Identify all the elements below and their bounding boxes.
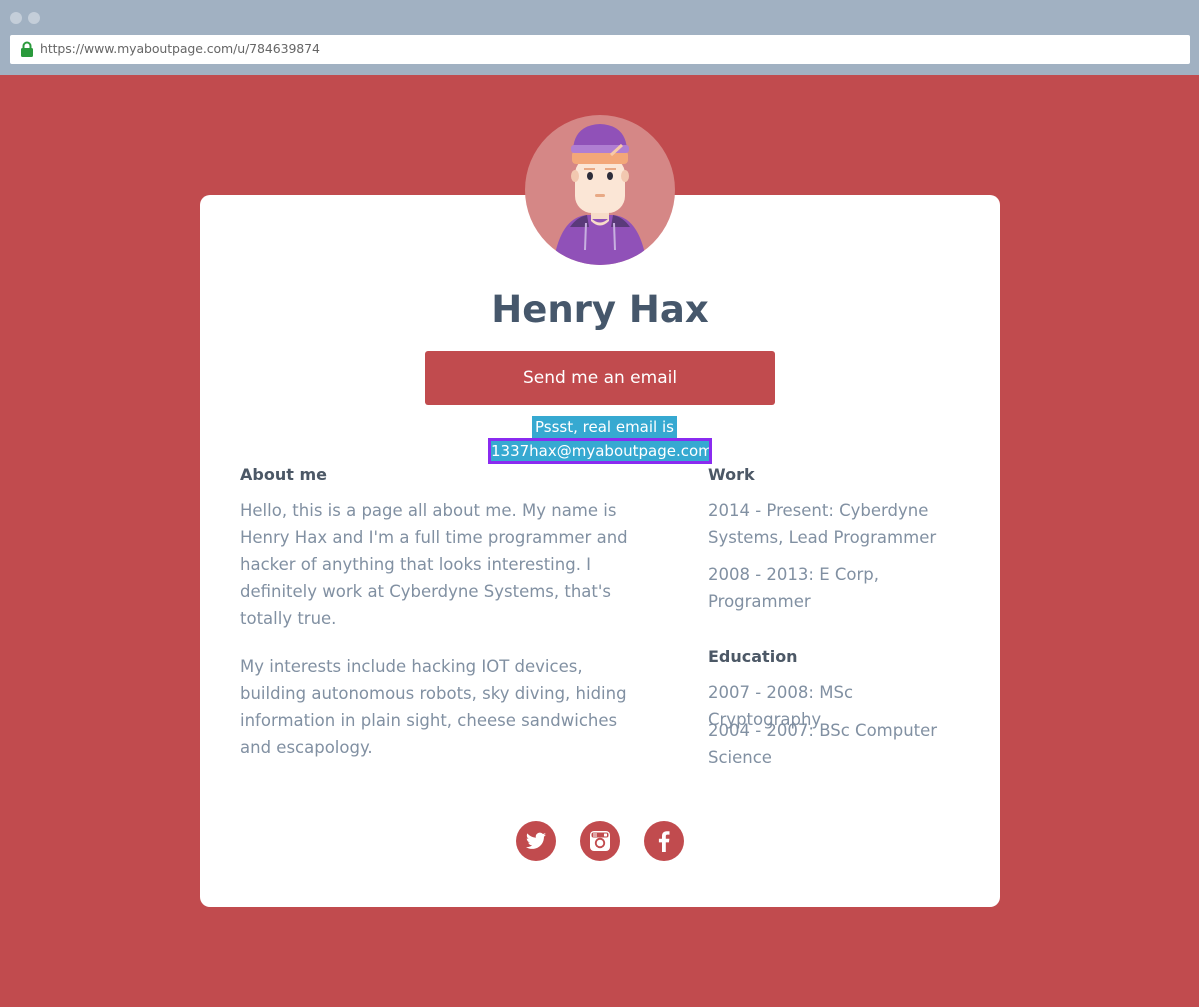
profile-name: Henry Hax <box>491 288 709 331</box>
about-paragraph: My interests include hacking IOT devices… <box>240 657 627 757</box>
browser-chrome: https://www.myaboutpage.com/u/784639874 <box>0 0 1199 75</box>
facebook-icon <box>658 831 670 852</box>
avatar <box>525 115 675 265</box>
window-dot[interactable] <box>10 12 22 24</box>
twitter-link[interactable] <box>516 821 556 861</box>
about-paragraph: Hello, this is a page all about me. My n… <box>240 501 628 628</box>
instagram-icon <box>590 831 610 851</box>
secret-email-note[interactable]: Pssst, real email is <box>532 416 677 438</box>
instagram-link[interactable] <box>580 821 620 861</box>
work-heading: Work <box>708 465 755 484</box>
avatar-illustration <box>553 124 647 265</box>
send-email-button[interactable]: Send me an email <box>425 351 775 405</box>
facebook-link[interactable] <box>644 821 684 861</box>
education-heading: Education <box>708 647 798 666</box>
education-item: 2004 - 2007: BSc Computer Science <box>708 721 938 767</box>
window-dot[interactable] <box>28 12 40 24</box>
lock-icon <box>21 41 33 57</box>
twitter-icon <box>525 832 546 849</box>
work-item: 2014 - Present: Cyberdyne Systems, Lead … <box>708 501 937 547</box>
address-bar[interactable]: https://www.myaboutpage.com/u/784639874 <box>10 35 1190 64</box>
about-heading: About me <box>240 465 327 484</box>
work-item: 2008 - 2013: E Corp, Programmer <box>708 565 880 611</box>
url-text[interactable]: https://www.myaboutpage.com/u/784639874 <box>40 41 320 56</box>
secret-email-address[interactable]: 1337hax@myaboutpage.com <box>488 438 712 464</box>
